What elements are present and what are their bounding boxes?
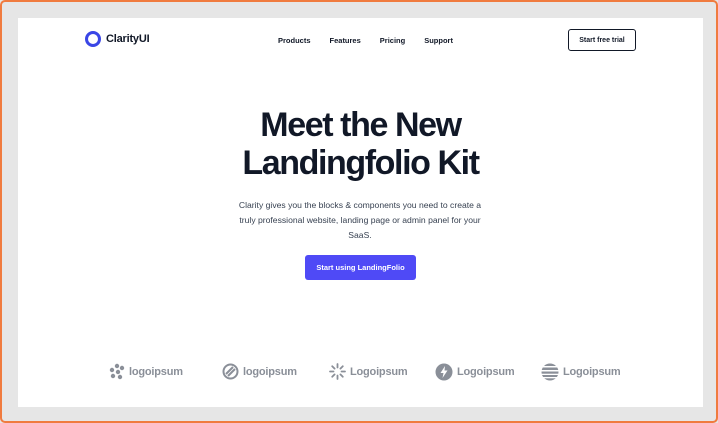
partner-logo-2: logoipsum — [222, 363, 297, 380]
brand-name: ClarityUI — [106, 33, 150, 45]
hero-subtitle: Clarity gives you the blocks & component… — [238, 200, 482, 240]
nav-products[interactable]: Products — [278, 36, 311, 45]
striped-sphere-icon — [541, 363, 559, 381]
landing-page: ClarityUI Products Features Pricing Supp… — [18, 18, 703, 407]
partner-logo-1: logoipsum — [108, 363, 183, 380]
brand-logo[interactable]: ClarityUI — [85, 31, 150, 47]
main-nav: Products Features Pricing Support — [278, 36, 472, 45]
sunburst-icon — [329, 363, 346, 380]
hero-title: Meet the New Landingfolio Kit — [18, 106, 703, 182]
partner-logo-5: Logoipsum — [541, 363, 621, 381]
brand-ring-icon — [85, 31, 101, 47]
partner-logo-4: Logoipsum — [435, 363, 515, 381]
partner-logo-1-name: logoipsum — [129, 365, 183, 378]
start-free-trial-button[interactable]: Start free trial — [568, 29, 636, 51]
partner-logo-2-name: logoipsum — [243, 365, 297, 378]
partner-logos: logoipsum logoipsum Logoipsum Logoipsum … — [108, 363, 628, 385]
nav-features[interactable]: Features — [330, 36, 361, 45]
partner-logo-3-name: Logoipsum — [350, 365, 408, 378]
dots-cluster-icon — [109, 363, 125, 380]
window-frame: ClarityUI Products Features Pricing Supp… — [0, 0, 718, 423]
hero-title-line-2: Landingfolio Kit — [242, 144, 480, 182]
slashed-circle-icon — [222, 363, 239, 380]
nav-pricing[interactable]: Pricing — [380, 36, 405, 45]
hero-title-line-1: Meet the New — [260, 106, 462, 144]
partner-logo-3: Logoipsum — [329, 363, 408, 380]
lightning-circle-icon — [435, 363, 453, 381]
partner-logo-5-name: Logoipsum — [563, 366, 621, 378]
nav-support[interactable]: Support — [424, 36, 453, 45]
partner-logo-4-name: Logoipsum — [457, 366, 515, 378]
start-using-button[interactable]: Start using LandingFolio — [305, 255, 416, 280]
